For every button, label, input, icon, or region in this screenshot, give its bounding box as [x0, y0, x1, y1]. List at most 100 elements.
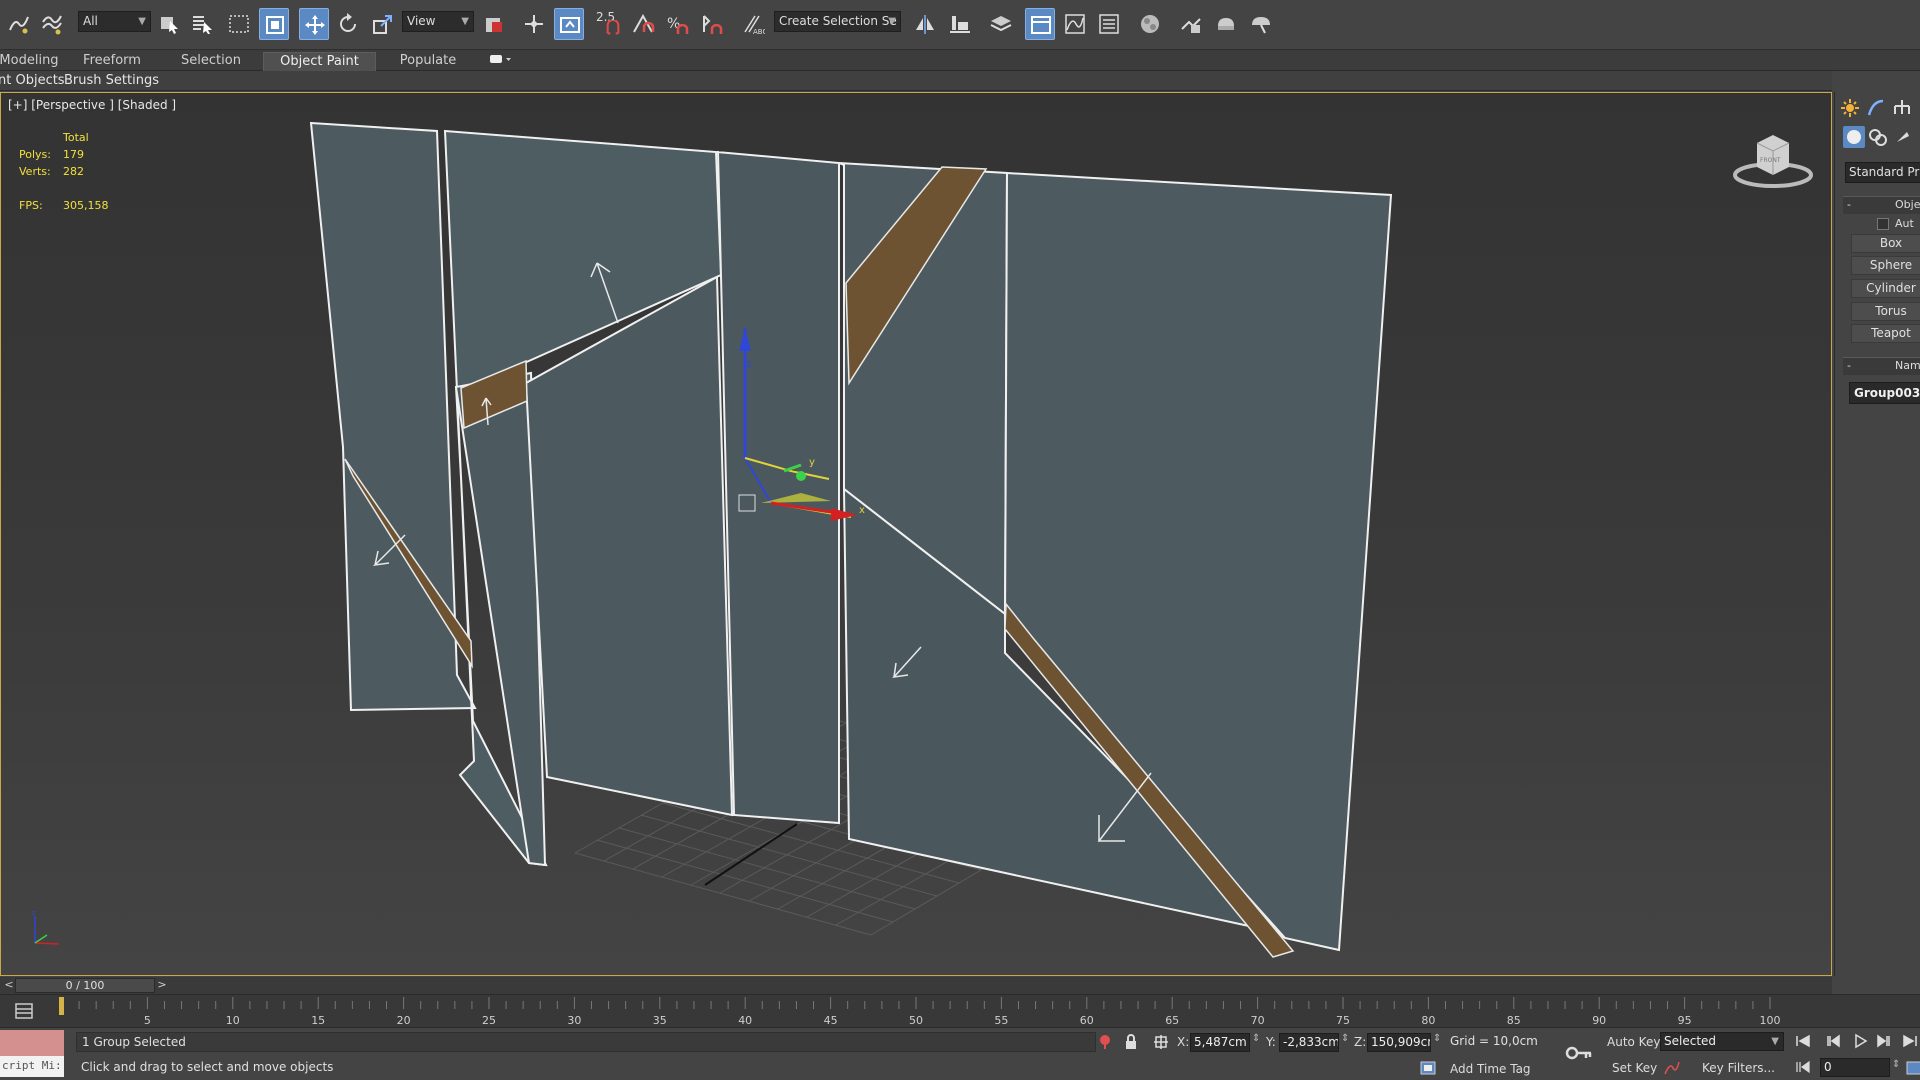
shapes-category-icon[interactable] — [1867, 126, 1889, 148]
set-key-mode-icon[interactable] — [1564, 1038, 1594, 1068]
trackbar-ruler[interactable]: 5 10 15 20 25 30 35 40 45 50 55 60 65 70 75 80 85 90 95 100 — [0, 995, 1800, 1028]
geometry-category-icon[interactable] — [1843, 126, 1865, 148]
teapot-button[interactable]: Teapot — [1851, 324, 1920, 343]
previous-frame-icon[interactable] — [1824, 1033, 1840, 1049]
render-production-icon[interactable] — [1246, 8, 1276, 40]
time-configuration-icon[interactable] — [1906, 1060, 1920, 1076]
maxscript-mini-input[interactable]: cript Mi: — [0, 1056, 64, 1077]
add-time-tag-button[interactable]: Add Time Tag — [1450, 1062, 1531, 1076]
absolute-mode-icon[interactable] — [1153, 1034, 1169, 1050]
auto-key-button[interactable]: Auto Key — [1607, 1035, 1660, 1049]
viewport-label[interactable]: [+] [Perspective ] [Shaded ] — [8, 98, 176, 112]
select-by-name-icon[interactable] — [188, 8, 218, 40]
select-object-icon[interactable] — [155, 8, 185, 40]
scale-icon[interactable] — [368, 8, 398, 40]
wall-panel-center-left[interactable] — [524, 275, 734, 817]
isolate-selection-icon[interactable] — [1097, 1034, 1113, 1050]
play-icon[interactable] — [1852, 1033, 1868, 1049]
current-frame-spinner[interactable]: ⇕ — [1892, 1059, 1900, 1070]
curve-editor-icon[interactable] — [1060, 8, 1090, 40]
set-key-button[interactable]: Set Key — [1612, 1061, 1657, 1075]
key-tangent-icon[interactable] — [1664, 1060, 1680, 1076]
go-to-end-icon[interactable] — [1902, 1033, 1918, 1049]
key-filters-button[interactable]: Key Filters... — [1702, 1061, 1775, 1075]
z-coord-spinner[interactable]: ⇕ — [1433, 1033, 1441, 1044]
subtab-brush-settings[interactable]: Brush Settings — [64, 73, 159, 88]
tab-modeling[interactable]: Modeling — [0, 52, 60, 71]
z-coord-input[interactable]: 150,909cm — [1367, 1033, 1431, 1052]
maxscript-listener[interactable]: cript Mi: — [0, 1030, 64, 1077]
frame-tick-label: 100 — [1760, 1014, 1781, 1027]
rotate-icon[interactable] — [333, 8, 363, 40]
align-icon[interactable] — [945, 8, 975, 40]
render-frame-icon[interactable] — [1211, 8, 1241, 40]
primitive-type-dropdown[interactable]: Standard Prim — [1845, 162, 1920, 183]
x-coord-input[interactable]: 5,487cm — [1190, 1033, 1250, 1052]
y-coord-spinner[interactable]: ⇕ — [1341, 1033, 1349, 1044]
lock-selection-icon[interactable] — [1123, 1034, 1139, 1050]
render-setup-icon[interactable] — [1176, 8, 1206, 40]
mirror-icon[interactable] — [910, 8, 940, 40]
selection-filter-dropdown[interactable]: All ▼ — [78, 11, 151, 32]
tab-populate[interactable]: Populate — [392, 52, 464, 71]
modify-tab-icon[interactable] — [1865, 97, 1887, 119]
layer-explorer-icon[interactable] — [986, 8, 1016, 40]
ribbon-options-button[interactable] — [484, 52, 516, 71]
named-selection-dropdown[interactable]: Create Selection Se ▼ — [774, 11, 901, 32]
angle-snap-icon[interactable] — [628, 8, 658, 40]
key-mode-toggle-icon[interactable] — [1795, 1059, 1811, 1075]
sphere-button[interactable]: Sphere — [1851, 256, 1920, 275]
frame-tick-label: 15 — [311, 1014, 325, 1027]
pivot-center-icon[interactable] — [479, 8, 509, 40]
wall-group003[interactable] — [309, 121, 1393, 958]
autogrid-checkbox[interactable] — [1877, 218, 1889, 230]
viewcube[interactable]: FRONT — [1731, 129, 1815, 189]
key-mode-dropdown[interactable]: Selected ▼ — [1660, 1032, 1784, 1051]
object-name-field[interactable]: Group003 — [1849, 382, 1920, 404]
time-slider[interactable]: < 0 / 100 > — [0, 977, 1832, 994]
object-type-rollout[interactable]: - Obje — [1843, 196, 1920, 214]
go-to-start-icon[interactable] — [1795, 1033, 1811, 1049]
next-frame-icon[interactable] — [1877, 1033, 1893, 1049]
schematic-view-icon[interactable] — [1094, 8, 1124, 40]
box-button[interactable]: Box — [1851, 234, 1920, 253]
create-tab-icon[interactable] — [1839, 97, 1861, 119]
select-manipulate-icon[interactable] — [519, 8, 549, 40]
edit-named-selection-icon[interactable]: ABC — [738, 8, 768, 40]
time-slider-thumb[interactable]: 0 / 100 — [15, 978, 155, 993]
wall-panel-center[interactable] — [716, 151, 840, 825]
time-slider-prev-button[interactable]: < — [2, 978, 16, 993]
link-icon[interactable] — [4, 8, 34, 40]
rollout-toggle: - — [1847, 359, 1851, 372]
subtab-paint-objects[interactable]: nt Objects — [0, 73, 65, 88]
frame-tick-label: 70 — [1251, 1014, 1265, 1027]
material-editor-icon[interactable] — [1135, 8, 1165, 40]
spinner-snap-icon[interactable] — [697, 8, 727, 40]
hierarchy-tab-icon[interactable] — [1891, 97, 1913, 119]
scene-explorer-icon[interactable] — [1025, 8, 1055, 40]
y-coord-input[interactable]: -2,833cm — [1279, 1033, 1339, 1052]
percent-snap-icon[interactable]: % — [662, 8, 692, 40]
rectangular-selection-icon[interactable] — [224, 8, 254, 40]
scene-canvas[interactable]: z y x — [1, 93, 1832, 976]
tab-selection[interactable]: Selection — [176, 52, 246, 71]
unlink-icon[interactable] — [37, 8, 67, 40]
tab-object-paint[interactable]: Object Paint — [263, 52, 376, 71]
name-color-rollout[interactable]: - Name — [1843, 357, 1920, 375]
cylinder-button[interactable]: Cylinder — [1851, 279, 1920, 298]
frame-tick-label: 20 — [397, 1014, 411, 1027]
torus-button[interactable]: Torus — [1851, 302, 1920, 321]
keyboard-shortcut-override-icon[interactable] — [554, 8, 584, 40]
current-frame-input[interactable]: 0 — [1820, 1058, 1890, 1077]
reference-coord-dropdown[interactable]: View ▼ — [402, 11, 474, 32]
tab-freeform[interactable]: Freeform — [78, 52, 146, 71]
move-icon[interactable] — [299, 8, 329, 40]
time-slider-next-button[interactable]: > — [155, 978, 169, 993]
snap-toggle-icon[interactable]: 2.5 — [595, 8, 625, 40]
time-tag-icon[interactable] — [1420, 1060, 1436, 1076]
window-crossing-icon[interactable] — [259, 8, 289, 40]
perspective-viewport[interactable]: z y x [+] [Perspective ] [Shaded ] Total… — [0, 92, 1832, 976]
x-coord-spinner[interactable]: ⇕ — [1252, 1033, 1260, 1044]
lights-category-icon[interactable] — [1891, 126, 1913, 148]
trackbar[interactable]: 5 10 15 20 25 30 35 40 45 50 55 60 65 70 75 80 85 90 95 100 — [0, 994, 1920, 1027]
